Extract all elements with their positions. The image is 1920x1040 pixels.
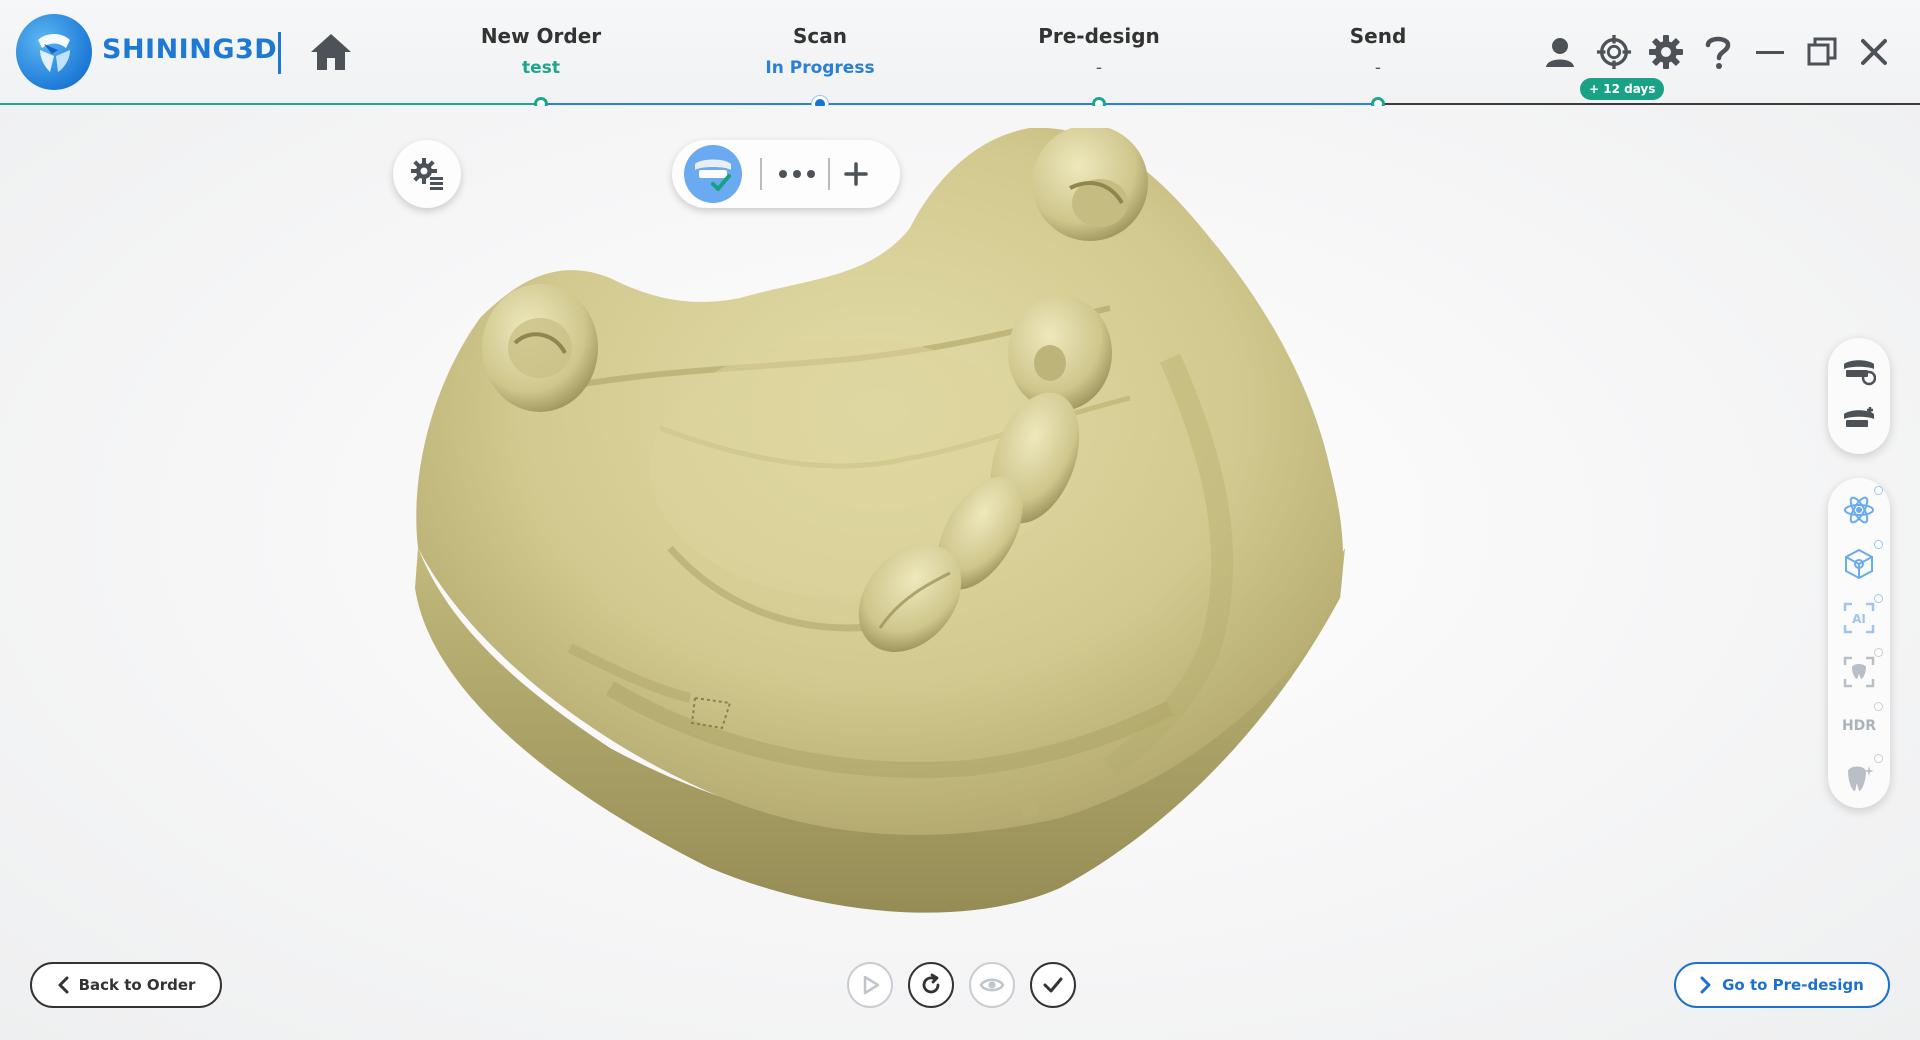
step-label: Pre-design [1038, 24, 1160, 48]
home-icon [311, 34, 351, 70]
step-pre-design[interactable]: Pre-design - [989, 24, 1209, 78]
scan-data-toolbar [672, 140, 900, 208]
dental-scan-model[interactable] [410, 128, 1360, 938]
scan-data-thumbnail[interactable] [684, 145, 742, 203]
step-send[interactable]: Send - [1268, 24, 1488, 78]
target-icon [1596, 34, 1632, 70]
restore-button[interactable] [1804, 34, 1840, 70]
restore-icon [1807, 37, 1837, 66]
home-button[interactable] [308, 30, 354, 74]
jaw-trim-icon [1844, 360, 1876, 386]
tooth-sparkle-icon [1848, 766, 1874, 791]
step-label: Scan [793, 24, 847, 48]
refresh-icon [922, 973, 940, 994]
jaw-scan-icon [695, 159, 731, 191]
step-status: In Progress [765, 58, 875, 78]
ellipsis-icon [779, 170, 815, 178]
step-status: - [1095, 58, 1103, 78]
more-options-button[interactable] [772, 158, 822, 190]
calibration-button[interactable] [1596, 34, 1632, 70]
play-icon [863, 975, 880, 995]
progress-timeline [0, 103, 1920, 105]
user-button[interactable] [1542, 34, 1578, 70]
eye-icon [979, 978, 1005, 992]
hdr-label: HDR [1841, 718, 1877, 734]
minimize-button[interactable] [1752, 34, 1788, 70]
step-status: - [1374, 58, 1382, 78]
ai-tools-panel: AI HDR [1828, 478, 1890, 808]
go-to-pre-design-label: Go to Pre-design [1722, 976, 1864, 994]
brand-name: SHINING3D [102, 34, 278, 65]
hdr-toggle[interactable]: HDR [1839, 702, 1883, 746]
trial-days-badge: + 12 days [1580, 78, 1665, 100]
mesh-cube-icon [1845, 548, 1873, 580]
ai-frame-icon: AI [1843, 602, 1875, 634]
back-to-order-label: Back to Order [78, 976, 196, 994]
preview-button[interactable] [969, 962, 1015, 1008]
play-button[interactable] [847, 962, 893, 1008]
view-tools-panel [1828, 338, 1890, 454]
gear-icon [1649, 35, 1683, 69]
rescan-button[interactable] [908, 962, 954, 1008]
atom-icon [1844, 496, 1874, 524]
tooth-visibility-toggle[interactable] [1839, 648, 1883, 692]
user-icon [1546, 38, 1574, 67]
chevron-right-icon [1700, 976, 1711, 994]
help-icon [1705, 36, 1731, 69]
step-scan[interactable]: Scan In Progress [710, 24, 930, 78]
tooth-left-molar [482, 284, 598, 412]
trim-view-button[interactable] [1839, 352, 1879, 392]
jaw-lock-icon [1844, 407, 1874, 427]
confirm-button[interactable] [1030, 962, 1076, 1008]
step-label: New Order [480, 24, 602, 48]
settings-button[interactable] [1648, 34, 1684, 70]
brand-divider [278, 32, 281, 74]
lock-scan-button[interactable] [1839, 400, 1879, 440]
plus-icon [844, 162, 868, 186]
step-status: test [522, 58, 560, 78]
close-button[interactable] [1856, 34, 1892, 70]
step-new-order[interactable]: New Order test [431, 24, 651, 78]
gear-list-icon [411, 158, 443, 190]
tooth-right-molar [1032, 128, 1148, 241]
back-to-order-button[interactable]: Back to Order [30, 962, 222, 1008]
top-bar: SHINING3D New Order test Scan In Progres… [0, 0, 1920, 112]
go-to-pre-design-button[interactable]: Go to Pre-design [1674, 962, 1890, 1008]
add-scan-button[interactable] [836, 156, 876, 192]
help-button[interactable] [1700, 34, 1736, 70]
step-label: Send [1349, 24, 1407, 48]
ai-label: AI [1852, 612, 1866, 626]
tooth-right-premolar [1008, 295, 1112, 411]
chevron-left-icon [58, 976, 69, 994]
checkmark-icon [1043, 977, 1063, 993]
scan-settings-button[interactable] [393, 140, 461, 208]
ai-scan-toggle[interactable] [1839, 486, 1883, 530]
tooth-eye-icon [1843, 656, 1875, 688]
shining3d-logo [16, 14, 92, 90]
minimize-icon [1756, 51, 1784, 54]
smart-mesh-toggle[interactable] [1839, 540, 1883, 584]
ai-recognition-toggle[interactable]: AI [1839, 594, 1883, 638]
close-icon [1861, 39, 1887, 65]
tooth-clean-toggle[interactable] [1839, 754, 1883, 798]
